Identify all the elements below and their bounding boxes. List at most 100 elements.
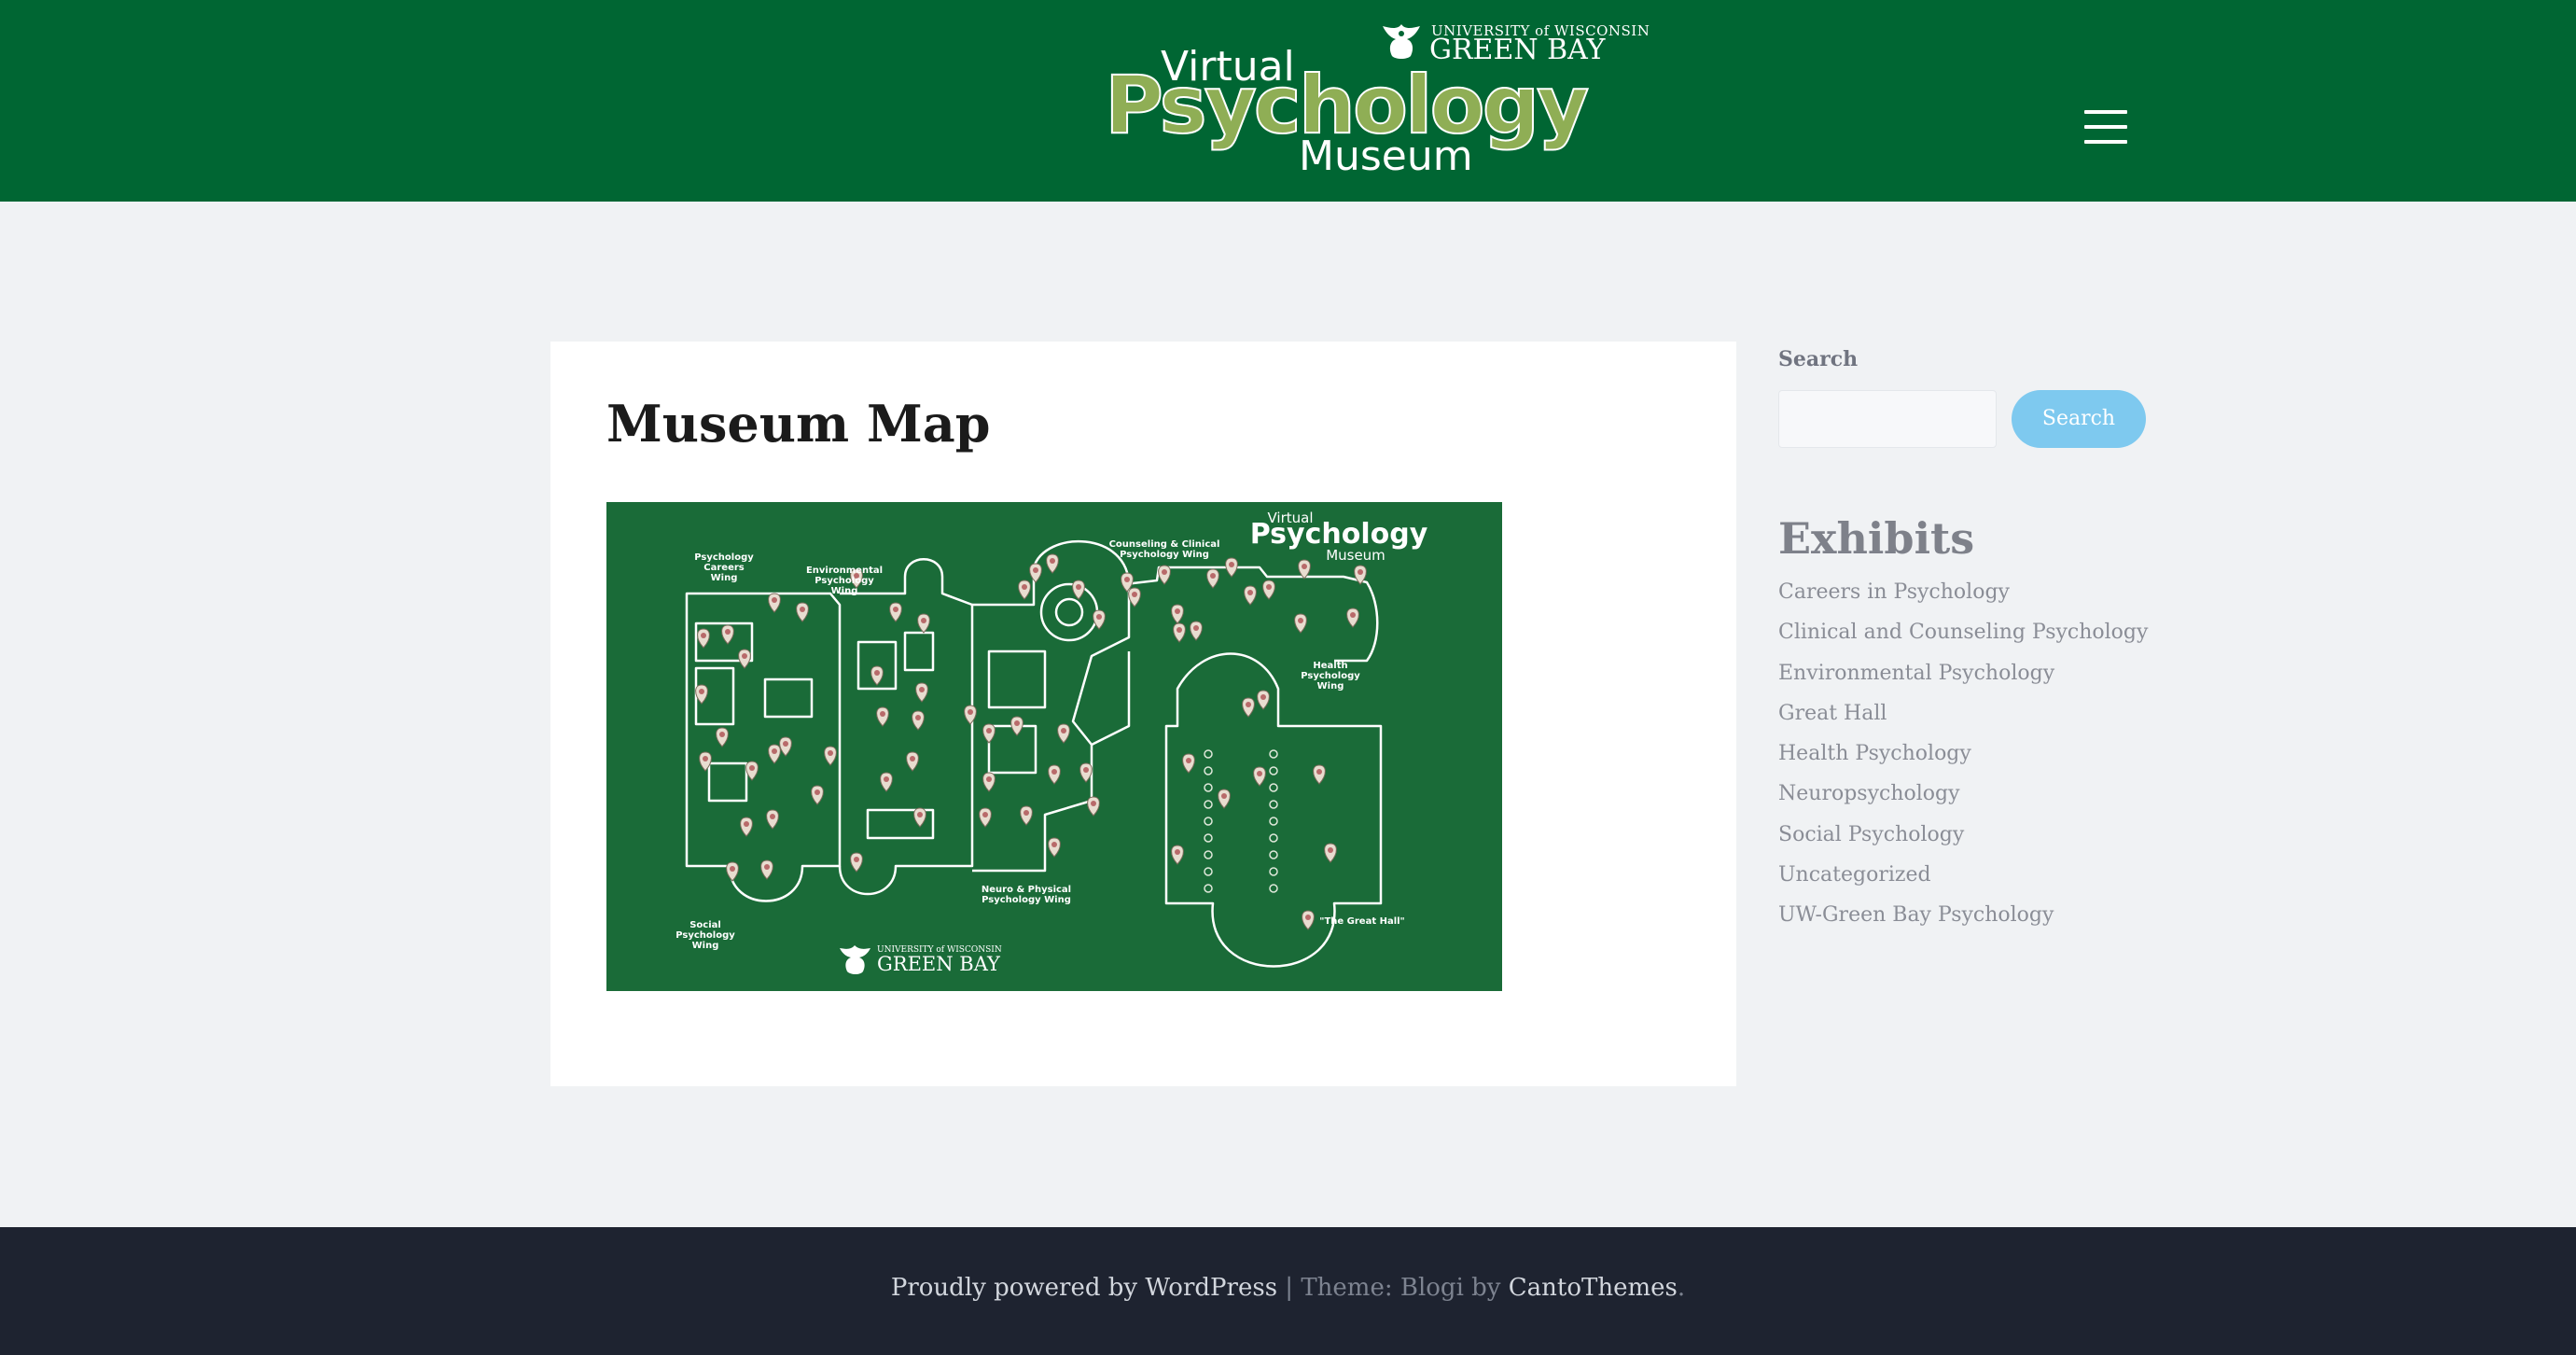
category-link[interactable]: Environmental Psychology — [1778, 662, 2148, 702]
map-pin-icon — [1048, 837, 1061, 858]
site-logo[interactable]: UNIVERSITY of WISCONSIN GREEN BAY Virtua… — [1101, 13, 1650, 181]
museum-map-image[interactable]: Psychology Careers Wing Environmental Ps… — [606, 502, 1502, 991]
map-pin-icon — [1093, 609, 1106, 630]
map-pin-icon — [1057, 723, 1070, 744]
category-link[interactable]: Great Hall — [1778, 702, 2148, 742]
map-pin-icon — [1257, 690, 1270, 710]
map-pin-icon — [1171, 845, 1184, 865]
map-pin-icon — [726, 861, 739, 882]
map-pin-icon — [915, 682, 928, 703]
category-link[interactable]: Clinical and Counseling Psychology — [1778, 621, 2148, 661]
map-pin-icon — [917, 613, 930, 634]
category-link[interactable]: Neuropsychology — [1778, 782, 2148, 822]
hall-seat-marker — [1204, 850, 1213, 859]
map-pin-icon — [880, 772, 893, 792]
map-pin-icon — [1190, 621, 1203, 641]
museum-map-drawing: Psychology Careers Wing Environmental Ps… — [675, 510, 1428, 975]
map-label-great-hall: "The Great Hall" — [1319, 916, 1405, 927]
hall-seat-marker — [1204, 817, 1213, 826]
map-pin-icon — [738, 649, 751, 669]
map-label-neuro-1: Neuro & Physical — [982, 885, 1071, 895]
map-pin-icon — [1010, 716, 1023, 736]
map-label-counseling-2: Psychology Wing — [1120, 550, 1209, 560]
hall-seat-marker — [1204, 867, 1213, 876]
map-label-careers-3: Wing — [711, 573, 738, 583]
map-pin-icon — [913, 807, 926, 828]
map-pin-icon — [912, 710, 925, 731]
content-card: Museum Map Psychology Careers Wing Envir… — [550, 342, 1736, 1086]
map-pin-icon — [982, 772, 996, 792]
map-brand-psychology: Psychology — [1250, 518, 1428, 551]
menu-bar — [2084, 110, 2127, 114]
map-label-env-3: Wing — [831, 586, 858, 596]
search-label: Search — [1778, 347, 1859, 371]
map-label-env-2: Psychology — [815, 576, 874, 586]
map-pin-icon — [796, 602, 809, 622]
hall-seat-marker — [1269, 800, 1278, 809]
hall-seat-marker — [1269, 884, 1278, 893]
page-title: Museum Map — [606, 394, 991, 454]
map-label-neuro-2: Psychology Wing — [982, 895, 1071, 905]
map-pin-icon — [876, 706, 889, 727]
category-link[interactable]: Careers in Psychology — [1778, 580, 2148, 621]
map-pin-icon — [1324, 843, 1337, 863]
map-pin-icon — [1253, 766, 1266, 787]
map-pin-icon — [695, 684, 708, 705]
category-link[interactable]: Health Psychology — [1778, 742, 2148, 782]
map-pin-icon — [740, 817, 753, 837]
map-pin-icon — [1244, 585, 1257, 606]
map-pin-icon — [1158, 565, 1171, 585]
exhibits-category-list: Careers in Psychology Clinical and Couns… — [1778, 580, 2148, 944]
map-pin-icon — [1020, 805, 1033, 826]
category-link[interactable]: Uncategorized — [1778, 863, 2148, 903]
map-pin-icon — [1242, 697, 1255, 718]
map-pin-icon — [1346, 608, 1359, 628]
category-link[interactable]: Social Psychology — [1778, 823, 2148, 863]
site-footer: Proudly powered by WordPress | Theme: Bl… — [0, 1227, 2576, 1355]
map-pin-icon — [1313, 764, 1326, 785]
map-pin-icon — [889, 602, 902, 622]
theme-author-link[interactable]: CantoThemes — [1509, 1274, 1678, 1302]
map-pin-icon — [1294, 613, 1307, 634]
map-pin-icon — [697, 628, 710, 649]
map-uwgb-logo: UNIVERSITY of WISCONSIN GREEN BAY — [840, 945, 1002, 975]
search-button[interactable]: Search — [2012, 390, 2146, 448]
exhibits-heading: Exhibits — [1778, 513, 1975, 564]
map-pin-icon — [1262, 580, 1275, 600]
map-pin-icon — [768, 593, 781, 613]
hall-seat-marker — [1269, 850, 1278, 859]
map-pin-icon — [766, 809, 779, 830]
hall-seat-marker — [1269, 749, 1278, 759]
footer-period: . — [1677, 1274, 1686, 1302]
map-pin-icon — [1029, 563, 1042, 583]
hall-seat-marker — [1269, 833, 1278, 843]
menu-bar — [2084, 125, 2127, 129]
hamburger-menu-icon[interactable] — [2084, 110, 2129, 146]
map-pin-icon — [1225, 557, 1238, 578]
map-pin-icon — [1079, 762, 1093, 783]
map-pin-icon — [1218, 789, 1231, 809]
map-pin-icon — [1072, 580, 1085, 600]
map-label-social-2: Psychology — [675, 930, 735, 941]
map-pin-icon — [824, 746, 837, 766]
hall-seat-marker — [1204, 749, 1213, 759]
map-pin-icon — [779, 736, 792, 757]
site-header: UNIVERSITY of WISCONSIN GREEN BAY Virtua… — [0, 0, 2576, 202]
menu-bar — [2084, 140, 2127, 144]
map-uw-big: GREEN BAY — [877, 953, 1001, 975]
footer-credits: Proudly powered by WordPress | Theme: Bl… — [0, 1274, 2576, 1302]
hall-seat-marker — [1269, 766, 1278, 775]
map-label-social-3: Wing — [692, 941, 719, 951]
search-input[interactable] — [1778, 390, 1997, 448]
wordpress-link[interactable]: Proudly powered by WordPress — [891, 1274, 1277, 1302]
map-pin-icon — [964, 705, 977, 725]
map-label-social-1: Social — [689, 920, 721, 930]
map-pin-icon — [760, 859, 773, 880]
category-link[interactable]: UW-Green Bay Psychology — [1778, 903, 2148, 943]
hall-seat-marker — [1269, 783, 1278, 792]
map-pin-icon — [1018, 580, 1031, 600]
map-pin-icon — [982, 723, 996, 744]
map-label-health-2: Psychology — [1301, 671, 1360, 681]
map-pin-icon — [768, 744, 781, 764]
map-pin-icon — [1128, 587, 1141, 608]
